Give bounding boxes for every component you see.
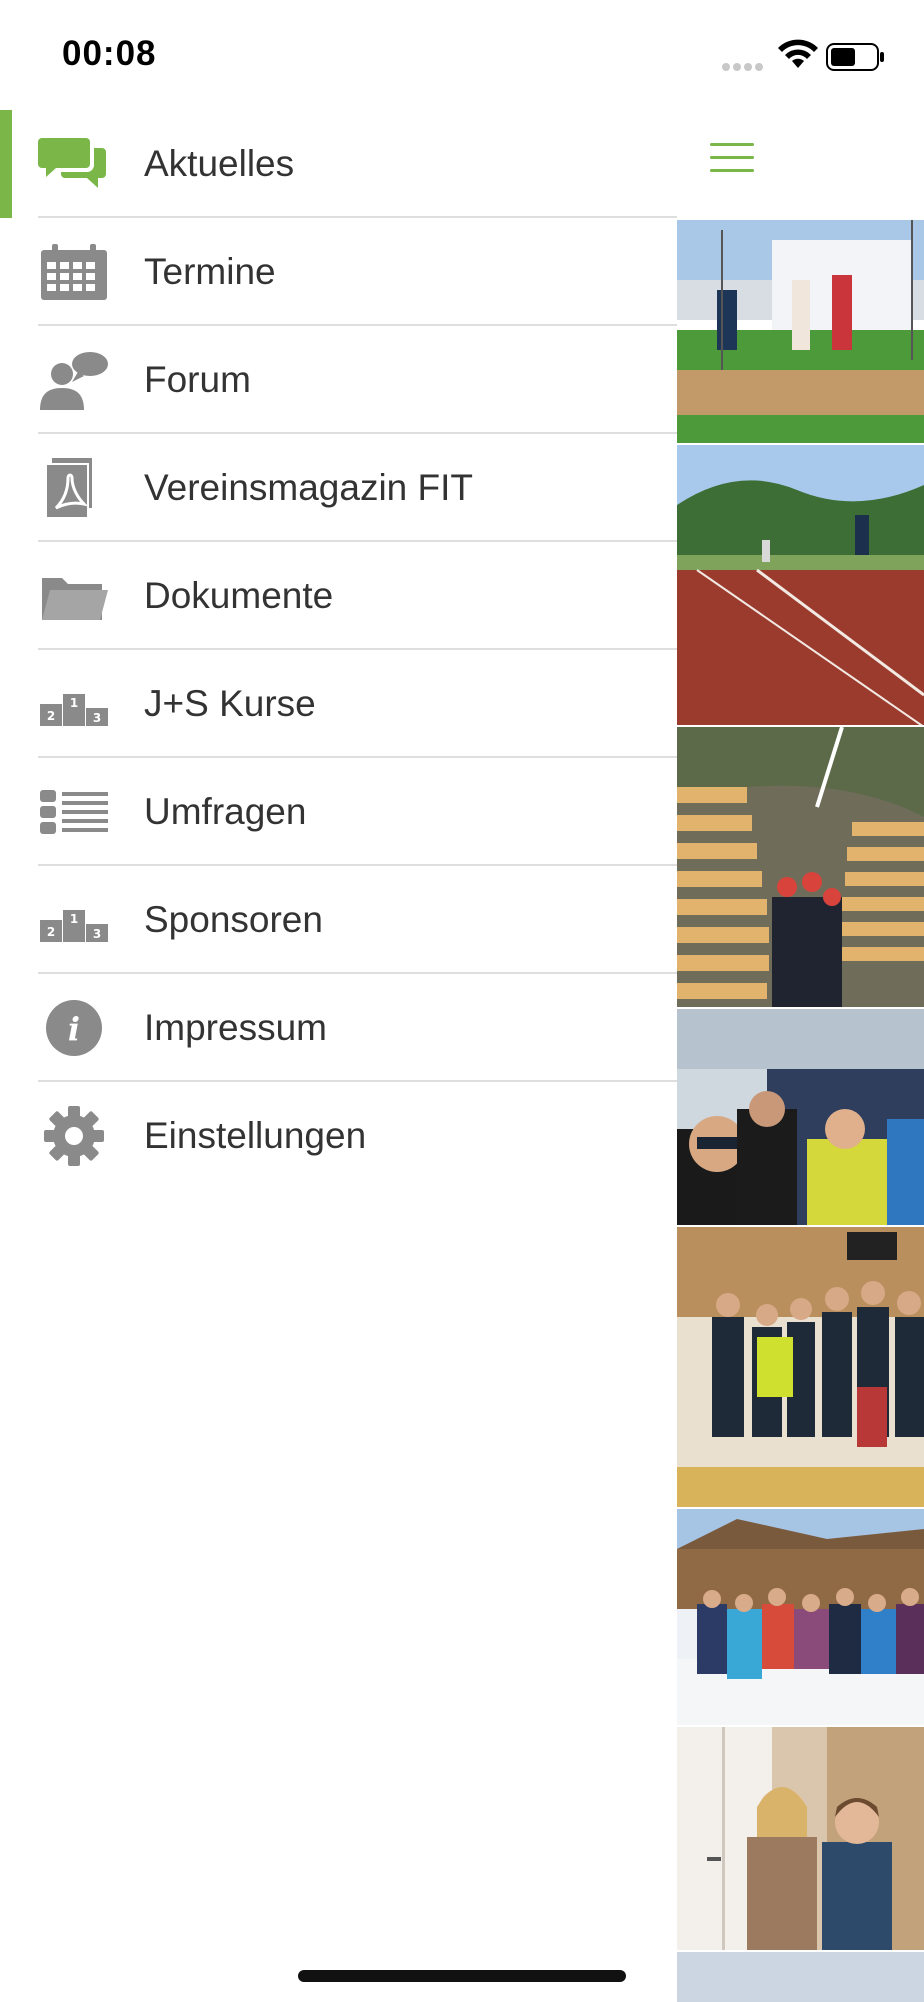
photo-feed[interactable] (677, 218, 924, 2002)
photo-partial[interactable] (677, 1950, 924, 2002)
menu-item-impressum[interactable]: i Impressum (0, 974, 677, 1082)
menu-item-forum[interactable]: Forum (0, 326, 677, 434)
menu-item-umfragen[interactable]: Umfragen (0, 758, 677, 866)
menu-item-label: Impressum (144, 1007, 327, 1048)
menu-item-label: Einstellungen (144, 1115, 367, 1156)
menu-item-label: Forum (144, 359, 251, 400)
status-time: 00:08 (62, 34, 157, 73)
menu-item-label: Vereinsmagazin FIT (144, 467, 474, 508)
menu-item-label: Sponsoren (144, 899, 323, 940)
svg-text:3: 3 (93, 927, 101, 941)
svg-text:i: i (68, 1010, 80, 1048)
podium-icon: 2 1 3 (40, 910, 108, 942)
svg-text:3: 3 (93, 711, 101, 725)
list-icon (40, 790, 108, 834)
svg-text:1: 1 (70, 912, 78, 926)
info-icon: i (46, 1000, 102, 1056)
menu-item-label: Umfragen (144, 791, 307, 832)
wifi-icon (778, 39, 818, 68)
menu-item-dokumente[interactable]: Dokumente (0, 542, 677, 650)
two-women-award-photo[interactable] (677, 1725, 924, 1952)
menu-item-aktuelles[interactable]: Aktuelles (0, 110, 677, 218)
svg-text:2: 2 (47, 925, 55, 939)
hamburger-icon[interactable] (710, 143, 754, 181)
side-menu: Aktuelles Termine Forum Vereinsmagazin F… (0, 110, 677, 2000)
menu-item-label: J+S Kurse (144, 683, 316, 724)
calendar-icon (41, 244, 107, 300)
gear-icon (44, 1106, 104, 1166)
forum-person-icon (40, 352, 108, 410)
home-indicator[interactable] (298, 1970, 626, 1982)
menu-item-label: Termine (144, 251, 276, 292)
cheese-cellar-photo[interactable] (677, 725, 924, 1009)
running-track-photo[interactable] (677, 443, 924, 727)
menu-item-js-kurse[interactable]: 2 1 3 J+S Kurse (0, 650, 677, 758)
athletics-podium-photo[interactable] (677, 218, 924, 445)
svg-text:2: 2 (47, 709, 55, 723)
menu-item-label: Dokumente (144, 575, 334, 616)
menu-item-vereinsmagazin[interactable]: Vereinsmagazin FIT (0, 434, 677, 542)
status-bar: 00:08 (0, 0, 924, 110)
folder-icon (42, 578, 108, 620)
active-indicator (0, 110, 12, 218)
chat-bubbles-icon (38, 138, 106, 188)
youth-team-medals-photo[interactable] (677, 1225, 924, 1509)
battery-icon (826, 43, 884, 71)
menu-item-label: Aktuelles (144, 143, 295, 184)
menu-item-termine[interactable]: Termine (0, 218, 677, 326)
ski-group-selfie-photo[interactable] (677, 1007, 924, 1227)
ski-group-chalet-photo[interactable] (677, 1507, 924, 1727)
pdf-document-icon (45, 458, 92, 518)
podium-icon: 2 1 3 (40, 694, 108, 726)
signal-icon (722, 58, 766, 76)
menu-item-sponsoren[interactable]: 2 1 3 Sponsoren (0, 866, 677, 974)
svg-text:1: 1 (70, 696, 78, 710)
menu-item-einstellungen[interactable]: Einstellungen (0, 1082, 677, 1190)
